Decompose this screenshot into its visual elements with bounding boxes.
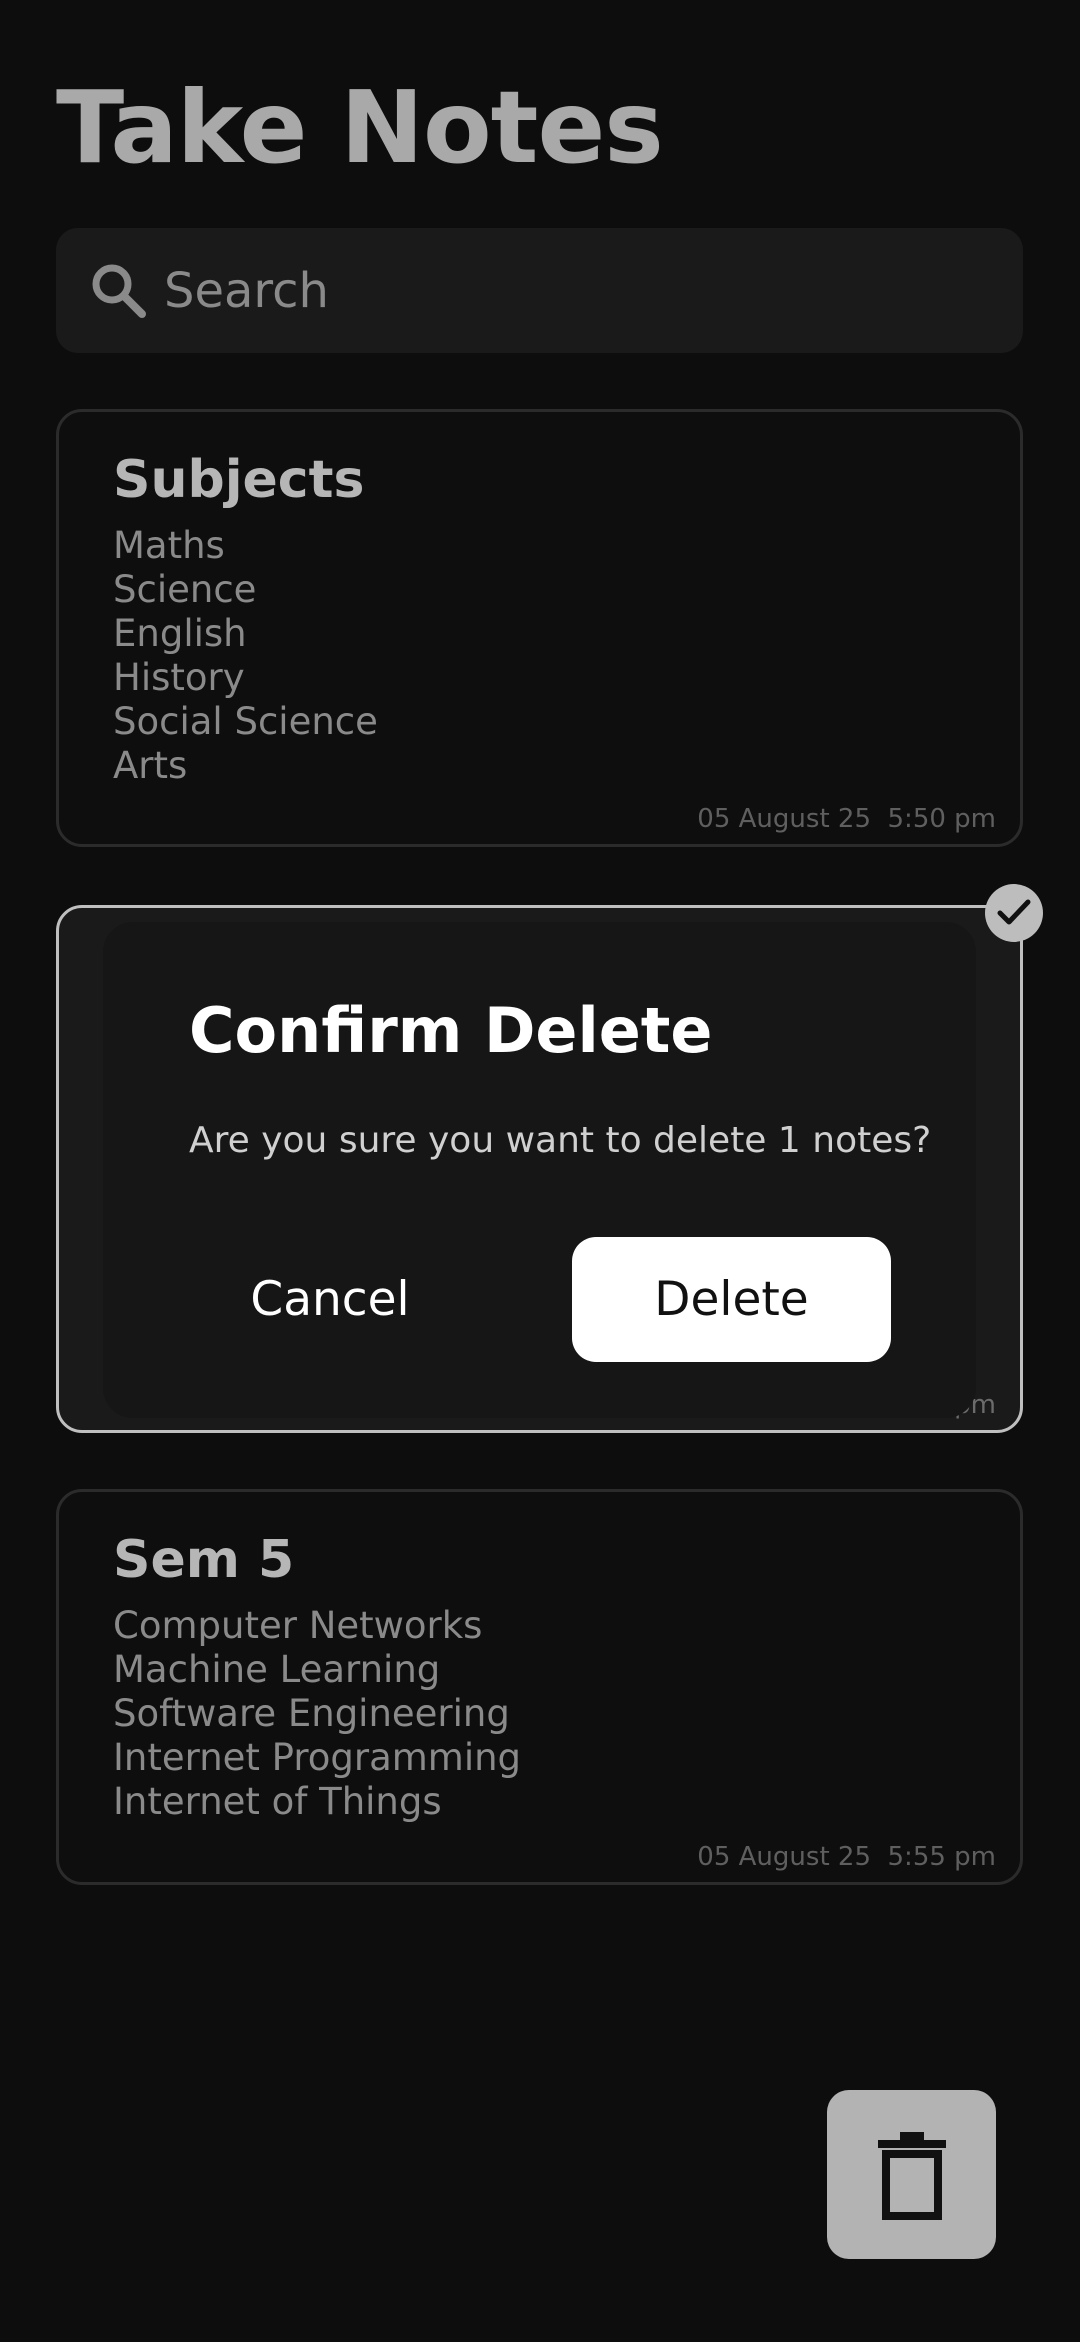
- delete-fab-button[interactable]: [827, 2090, 996, 2259]
- note-line: English: [113, 612, 247, 655]
- search-icon: [88, 260, 148, 320]
- note-line: Science: [113, 568, 257, 611]
- note-content: Maths Science English History Social Sci…: [113, 524, 378, 788]
- delete-button[interactable]: Delete: [572, 1237, 891, 1362]
- note-line: Computer Networks: [113, 1604, 483, 1647]
- note-card[interactable]: Subjects Maths Science English History S…: [56, 409, 1023, 847]
- note-line: Maths: [113, 524, 225, 567]
- note-line: Social Science: [113, 700, 378, 743]
- note-line: Software Engineering: [113, 1692, 510, 1735]
- note-content: Computer Networks Machine Learning Softw…: [113, 1604, 521, 1824]
- page-title: Take Notes: [56, 69, 664, 186]
- note-title: Sem 5: [113, 1530, 295, 1590]
- dialog-title: Confirm Delete: [189, 994, 713, 1067]
- selected-check-icon: [985, 884, 1043, 942]
- note-line: Arts: [113, 744, 188, 787]
- note-line: Machine Learning: [113, 1648, 441, 1691]
- note-line: Internet of Things: [113, 1780, 442, 1823]
- note-timestamp: 05 August 25 5:55 pm: [697, 1842, 996, 1872]
- note-line: Internet Programming: [113, 1736, 522, 1779]
- search-input[interactable]: [164, 248, 984, 333]
- note-card[interactable]: Sem 5 Computer Networks Machine Learning…: [56, 1489, 1023, 1885]
- cancel-button[interactable]: Cancel: [207, 1237, 453, 1362]
- note-line: History: [113, 656, 245, 699]
- search-bar[interactable]: [56, 228, 1023, 353]
- note-title: Subjects: [113, 450, 365, 510]
- dialog-message: Are you sure you want to delete 1 notes?: [189, 1120, 932, 1161]
- note-timestamp: 05 August 25 5:50 pm: [697, 804, 996, 834]
- confirm-delete-dialog: Confirm Delete Are you sure you want to …: [103, 922, 976, 1418]
